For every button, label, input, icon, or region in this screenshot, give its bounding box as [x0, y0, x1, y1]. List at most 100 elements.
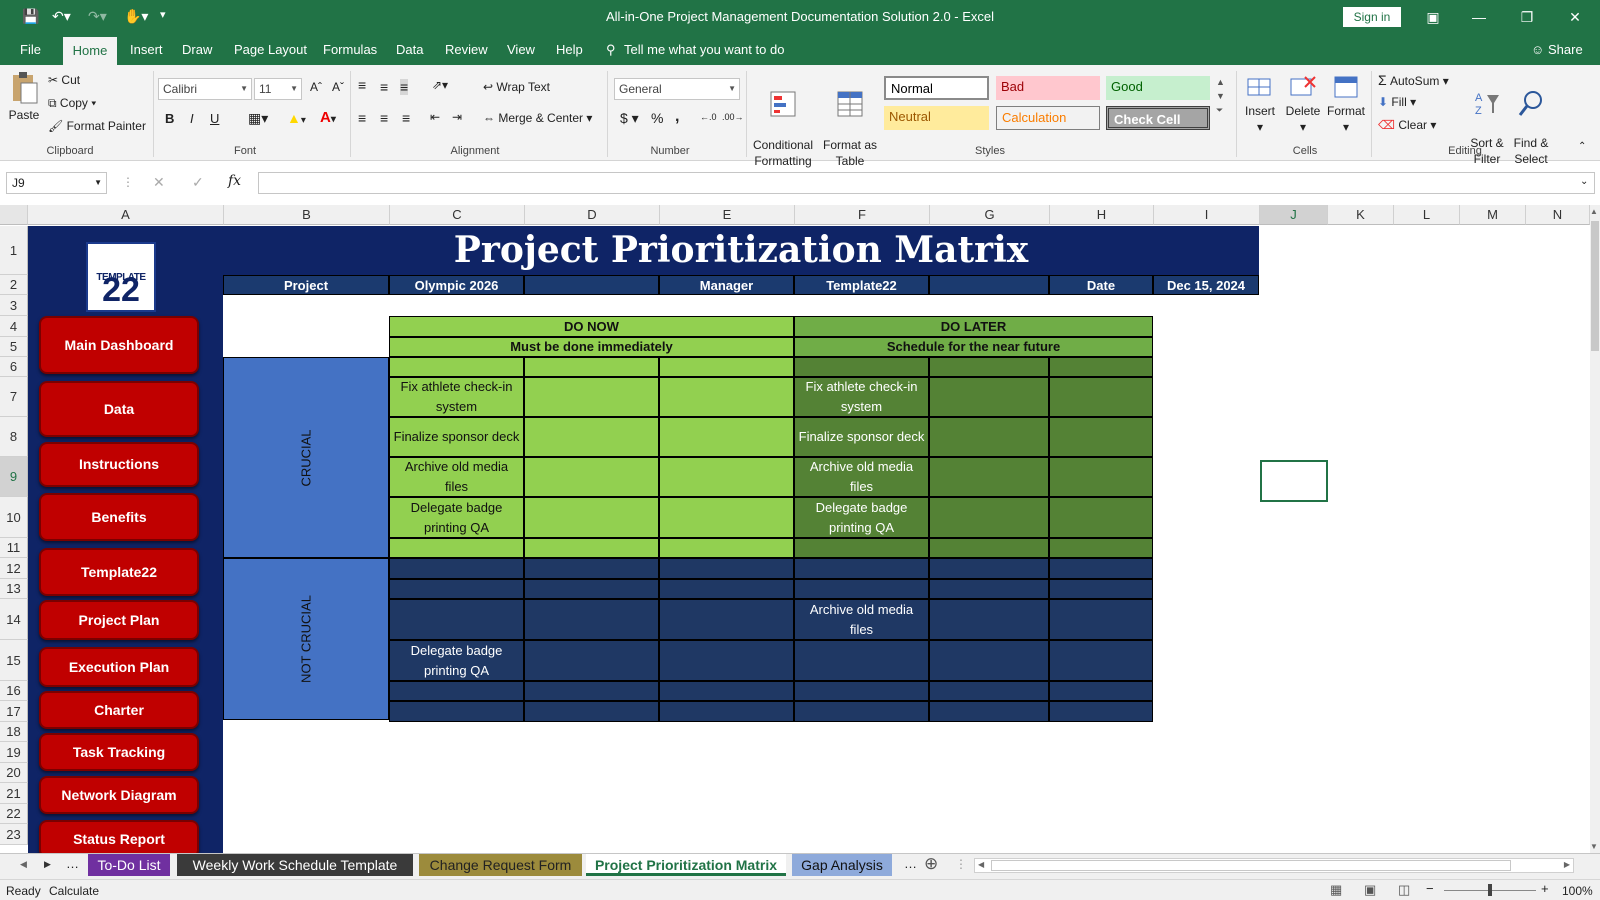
matrix-cell[interactable] [524, 701, 659, 722]
matrix-cell[interactable] [929, 558, 1049, 579]
matrix-cell[interactable] [659, 681, 794, 701]
matrix-cell[interactable] [389, 681, 524, 701]
row-header[interactable]: 5 [0, 337, 28, 357]
font-size-combo[interactable]: 11 ▼ [254, 78, 302, 100]
scroll-left-icon[interactable]: ◀ [978, 860, 984, 869]
style-good[interactable]: Good [1106, 76, 1210, 100]
borders-icon[interactable]: ▦▾ [248, 110, 268, 127]
column-header[interactable]: G [930, 205, 1050, 225]
horizontal-scrollbar[interactable]: ◀ ▶ [974, 858, 1574, 873]
matrix-cell[interactable] [524, 497, 659, 538]
column-header[interactable]: B [224, 205, 390, 225]
expand-formula-icon[interactable]: ⌄ [1580, 176, 1588, 187]
column-header[interactable]: I [1154, 205, 1260, 225]
matrix-cell[interactable] [1049, 457, 1153, 497]
task-cell[interactable]: Archive old media files [794, 457, 929, 497]
fill-button[interactable]: ⬇ Fill ▾ [1378, 95, 1416, 109]
row-header[interactable]: 12 [0, 558, 28, 579]
matrix-cell[interactable] [524, 599, 659, 640]
next-sheet-icon[interactable]: ▶ [44, 859, 51, 870]
font-color-icon[interactable]: A▾ [320, 109, 336, 126]
tab-gap-analysis[interactable]: Gap Analysis [792, 854, 892, 876]
normal-view-icon[interactable]: ▦ [1330, 882, 1342, 898]
page-layout-view-icon[interactable]: ▣ [1364, 882, 1376, 898]
close-button[interactable]: ✕ [1560, 6, 1590, 28]
align-top-icon[interactable]: ≡ [358, 77, 366, 93]
row-header[interactable]: 16 [0, 681, 28, 701]
format-painter-button[interactable]: 🖌 Format Painter [48, 119, 146, 133]
tab-to-do-list[interactable]: To-Do List [88, 854, 170, 876]
scroll-up-icon[interactable]: ▲ [1590, 207, 1598, 216]
scroll-right-icon[interactable]: ▶ [1564, 860, 1570, 869]
insert-cells-button[interactable]: Insert ▾ [1240, 73, 1280, 135]
merge-center-button[interactable]: ⇔ Merge & Center ▾ [483, 111, 592, 125]
tab-change-request-form[interactable]: Change Request Form [419, 854, 582, 876]
nav-template22[interactable]: Template22 [39, 548, 199, 596]
fill-color-icon[interactable]: ▲▾ [287, 110, 306, 126]
column-header[interactable]: C [390, 205, 525, 225]
matrix-cell[interactable] [389, 357, 524, 377]
page-break-view-icon[interactable]: ◫ [1398, 882, 1410, 898]
find-select-button[interactable]: Find & Select [1508, 73, 1554, 167]
tab-draw[interactable]: Draw [182, 42, 212, 57]
matrix-cell[interactable] [1049, 497, 1153, 538]
tab-help[interactable]: Help [556, 42, 583, 57]
matrix-cell[interactable] [389, 558, 524, 579]
autosum-button[interactable]: Σ AutoSum ▾ [1378, 72, 1449, 88]
column-header[interactable]: L [1394, 205, 1460, 225]
task-cell[interactable]: Fix athlete check-in system [794, 377, 929, 417]
matrix-cell[interactable] [794, 357, 929, 377]
more-sheets-right-icon[interactable]: … [904, 856, 917, 871]
matrix-cell[interactable] [929, 417, 1049, 457]
nav-benefits[interactable]: Benefits [39, 493, 199, 541]
task-cell[interactable]: Finalize sponsor deck [389, 417, 524, 457]
matrix-cell[interactable] [794, 579, 929, 599]
decrease-indent-icon[interactable]: ⇤ [430, 110, 440, 124]
prev-sheet-icon[interactable]: ◀ [20, 859, 27, 870]
matrix-cell[interactable] [929, 497, 1049, 538]
column-header[interactable]: M [1460, 205, 1526, 225]
matrix-cell[interactable] [659, 640, 794, 681]
matrix-cell[interactable] [1049, 538, 1153, 558]
formula-input[interactable] [258, 172, 1595, 194]
matrix-cell[interactable] [929, 579, 1049, 599]
row-header[interactable]: 11 [0, 538, 28, 558]
matrix-cell[interactable] [524, 377, 659, 417]
number-format-combo[interactable]: General ▼ [614, 78, 740, 100]
restore-button[interactable]: ❐ [1512, 6, 1542, 28]
matrix-cell[interactable] [1049, 579, 1153, 599]
comma-button[interactable]: , [675, 108, 679, 126]
nav-instructions[interactable]: Instructions [39, 442, 199, 487]
nav-main-dashboard[interactable]: Main Dashboard [39, 316, 199, 374]
cut-button[interactable]: ✂ Cut [48, 73, 80, 87]
row-header[interactable]: 21 [0, 783, 28, 804]
percent-button[interactable]: % [651, 110, 663, 126]
align-left-icon[interactable]: ≡ [358, 110, 366, 126]
matrix-cell[interactable] [1049, 558, 1153, 579]
matrix-cell[interactable] [389, 701, 524, 722]
matrix-cell[interactable] [389, 579, 524, 599]
matrix-cell[interactable] [794, 640, 929, 681]
column-header[interactable]: J [1260, 205, 1328, 225]
column-header[interactable]: N [1526, 205, 1590, 225]
row-header[interactable]: 20 [0, 763, 28, 783]
matrix-cell[interactable] [659, 497, 794, 538]
column-header[interactable]: K [1328, 205, 1394, 225]
tell-me-search[interactable]: Tell me what you want to do [624, 42, 784, 57]
matrix-cell[interactable] [929, 377, 1049, 417]
matrix-cell[interactable] [659, 457, 794, 497]
row-header[interactable]: 22 [0, 804, 28, 824]
minimize-button[interactable]: — [1464, 6, 1494, 28]
font-name-combo[interactable]: Calibri ▼ [158, 78, 252, 100]
name-box[interactable]: J9 ▼ [6, 172, 107, 194]
row-header[interactable]: 3 [0, 295, 28, 316]
matrix-cell[interactable] [659, 417, 794, 457]
matrix-cell[interactable] [524, 538, 659, 558]
matrix-cell[interactable] [524, 579, 659, 599]
matrix-cell[interactable] [524, 417, 659, 457]
row-header[interactable]: 2 [0, 275, 28, 295]
tab-data[interactable]: Data [396, 42, 423, 57]
worksheet-grid[interactable]: ABCDEFGHIJKLMN 1 2 3 4 5 6 7 8 9 10 11 12 13 14 15 16 17… [0, 205, 1590, 853]
column-header[interactable]: H [1050, 205, 1154, 225]
decrease-decimal-icon[interactable]: .00→ [722, 112, 744, 122]
